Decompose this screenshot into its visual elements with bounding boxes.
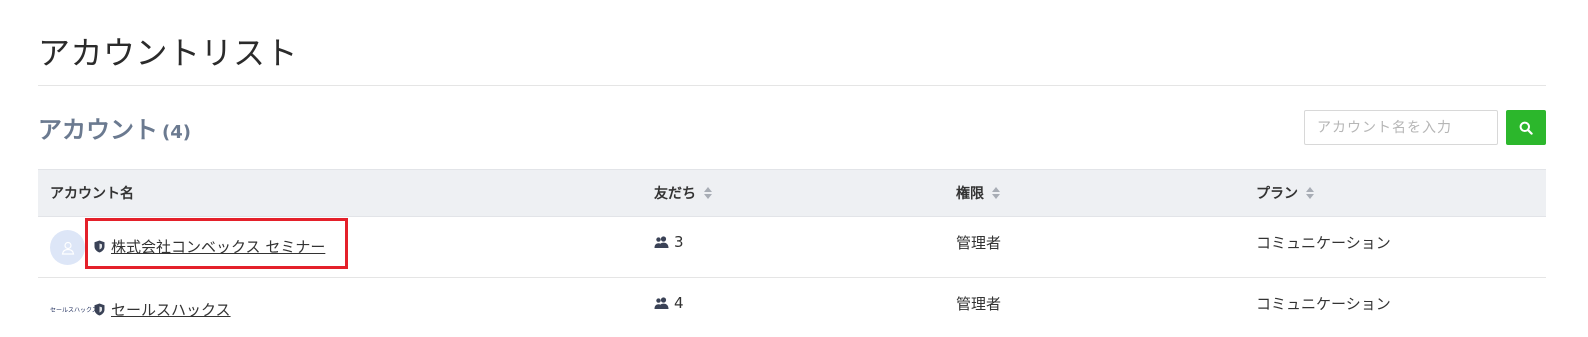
page-title: アカウントリスト [38, 34, 299, 72]
account-count: (4) [162, 122, 191, 143]
friends-cell: 3 [654, 231, 684, 253]
account-name-link[interactable]: 株式会社コンベックス セミナー [111, 236, 325, 257]
table-row: 株式会社コンベックス セミナー 3 管理者 コミュニケーション [38, 217, 1546, 278]
table-row: セールスハックス セールスハックス 4 管理者 コミュニケーション [38, 278, 1546, 337]
account-name-cell: 株式会社コンベックス セミナー [94, 235, 325, 257]
search-icon [1519, 121, 1533, 135]
sort-icon[interactable] [992, 187, 1001, 199]
search-input[interactable] [1304, 110, 1498, 145]
permission-cell: 管理者 [956, 294, 1002, 313]
column-header-permission-label: 権限 [956, 186, 984, 202]
column-header-account-name: アカウント名 [50, 170, 134, 216]
friends-icon [654, 297, 669, 309]
sort-icon[interactable] [1306, 187, 1315, 199]
friends-cell: 4 [654, 292, 684, 314]
plan-cell: コミュニケーション [1256, 233, 1391, 252]
friends-count: 3 [674, 233, 684, 251]
shield-icon [94, 240, 105, 252]
page: アカウントリスト アカウント(4) アカウント名 友だち 権限 プラン [0, 0, 1588, 337]
column-header-account-name-label: アカウント名 [50, 186, 134, 202]
section-title-label: アカウント [38, 116, 158, 144]
account-logo: セールスハックス [50, 306, 98, 314]
search-button[interactable] [1506, 110, 1546, 145]
sort-icon[interactable] [704, 187, 713, 199]
divider [38, 85, 1546, 86]
table-header: アカウント名 友だち 権限 プラン [38, 169, 1546, 217]
plan-cell: コミュニケーション [1256, 294, 1391, 313]
column-header-friends-label: 友だち [654, 186, 696, 202]
section-title: アカウント (4) [38, 110, 191, 145]
permission-cell: 管理者 [956, 233, 1002, 252]
column-header-permission[interactable]: 権限 [956, 170, 1001, 216]
account-name-link[interactable]: セールスハックス [111, 299, 231, 320]
column-header-plan-label: プラン [1256, 186, 1298, 202]
shield-icon [94, 303, 105, 315]
account-name-cell: セールスハックス [94, 298, 231, 320]
user-icon [61, 241, 74, 255]
friends-count: 4 [674, 294, 684, 312]
column-header-plan[interactable]: プラン [1256, 170, 1315, 216]
avatar [50, 230, 85, 265]
friends-icon [654, 236, 669, 248]
accounts-table: アカウント名 友だち 権限 プラン 株式会社コンベックス セミナー 3 管理者 … [38, 169, 1546, 337]
column-header-friends[interactable]: 友だち [654, 170, 713, 216]
